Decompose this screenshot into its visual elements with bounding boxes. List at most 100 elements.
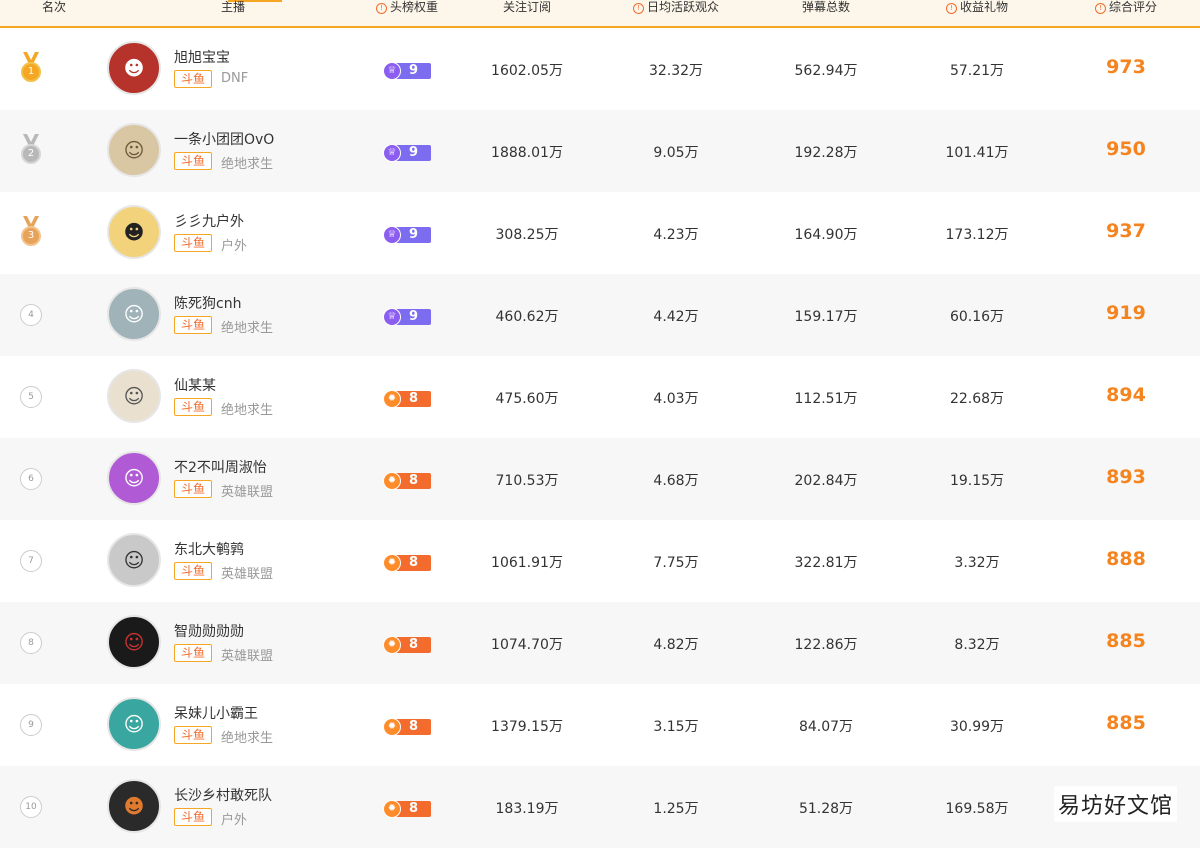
table-row[interactable]: 8 ☺ 智勋勋勋勋 斗鱼 英雄联盟 ✹ 8 1074.70万 4.82万 122.… xyxy=(0,602,1200,684)
info-icon[interactable]: ! xyxy=(632,3,644,14)
subs-value: 475.60万 xyxy=(495,391,559,407)
streamer-name[interactable]: 彡彡九户外 xyxy=(174,211,244,231)
streamer-name[interactable]: 长沙乡村敢死队 xyxy=(174,785,272,805)
col-score[interactable]: ! 综合评分 xyxy=(1094,0,1157,26)
danmaku-value: 84.07万 xyxy=(798,719,854,735)
watermark: 易坊好文馆 xyxy=(1054,786,1178,822)
gifts-value: 3.32万 xyxy=(954,555,1000,571)
avatar[interactable]: ☺ xyxy=(107,615,161,669)
col-rank[interactable]: 名次 xyxy=(42,0,66,26)
score-value: 950 xyxy=(1106,138,1146,160)
category-label: 绝地求生 xyxy=(221,157,274,172)
table-row[interactable]: 6 ☺ 不2不叫周淑怡 斗鱼 英雄联盟 ✹ 8 710.53万 4.68万 202… xyxy=(0,438,1200,520)
table-header: 名次 主播 ! 头榜权重 关注订阅 ! 日均活跃观众 弹幕总数 ! 收益礼物 ! 综合评… xyxy=(0,0,1200,28)
sun-icon: ✹ xyxy=(383,800,401,818)
viewers-value: 3.15万 xyxy=(653,719,699,735)
avatar-icon: ☺ xyxy=(123,384,145,408)
platform-tag: 斗鱼 xyxy=(174,316,213,334)
category-label: 英雄联盟 xyxy=(221,649,274,664)
weight-badge: ✹ 8 xyxy=(383,800,431,818)
info-icon[interactable]: ! xyxy=(375,3,387,14)
avatar[interactable]: ☺ xyxy=(107,287,161,341)
streamer-name[interactable]: 一条小团团OvO xyxy=(174,129,274,149)
silver-medal-icon: 2 xyxy=(21,134,41,168)
col-viewers[interactable]: ! 日均活跃观众 xyxy=(632,0,719,26)
streamer-name[interactable]: 不2不叫周淑怡 xyxy=(174,457,267,477)
table-row[interactable]: 7 ☺ 东北大鹌鹑 斗鱼 英雄联盟 ✹ 8 1061.91万 7.75万 322.… xyxy=(0,520,1200,602)
danmaku-value: 51.28万 xyxy=(798,801,854,817)
table-row[interactable]: 10 ☻ 长沙乡村敢死队 斗鱼 户外 ✹ 8 183.19万 1.25万 51.2… xyxy=(0,766,1200,848)
subs-value: 1074.70万 xyxy=(491,637,563,653)
danmaku-value: 112.51万 xyxy=(794,391,858,407)
danmaku-value: 164.90万 xyxy=(794,227,858,243)
avatar[interactable]: ☻ xyxy=(107,205,161,259)
avatar[interactable]: ☺ xyxy=(107,533,161,587)
weight-badge: ♕ 9 xyxy=(383,308,431,326)
danmaku-value: 159.17万 xyxy=(794,309,858,325)
danmaku-value: 202.84万 xyxy=(794,473,858,489)
table-row[interactable]: 5 ☺ 仙某某 斗鱼 绝地求生 ✹ 8 475.60万 4.03万 112.51万… xyxy=(0,356,1200,438)
crown-icon: ♕ xyxy=(383,144,401,162)
streamer-name[interactable]: 陈死狗cnh xyxy=(174,293,241,313)
streamer-name[interactable]: 智勋勋勋勋 xyxy=(174,621,244,641)
score-value: 885 xyxy=(1106,630,1146,652)
table-row[interactable]: 1 ☻ 旭旭宝宝 斗鱼 DNF ♕ 9 1602.05万 32.32万 562.9… xyxy=(0,28,1200,110)
col-subs[interactable]: 关注订阅 xyxy=(503,0,551,26)
subs-value: 1379.15万 xyxy=(491,719,563,735)
avatar[interactable]: ☺ xyxy=(107,369,161,423)
gifts-value: 30.99万 xyxy=(949,719,1005,735)
rank-badge: 9 xyxy=(20,714,42,736)
rank-badge: 7 xyxy=(20,550,42,572)
sun-icon: ✹ xyxy=(383,472,401,490)
avatar[interactable]: ☺ xyxy=(107,697,161,751)
info-icon[interactable]: ! xyxy=(945,3,957,14)
avatar[interactable]: ☻ xyxy=(107,779,161,833)
info-icon[interactable]: ! xyxy=(1094,3,1106,14)
table-row[interactable]: 2 ☺ 一条小团团OvO 斗鱼 绝地求生 ♕ 9 1888.01万 9.05万 1… xyxy=(0,110,1200,192)
viewers-value: 4.42万 xyxy=(653,309,699,325)
gold-medal-icon: 1 xyxy=(21,52,41,86)
col-gifts[interactable]: ! 收益礼物 xyxy=(945,0,1008,26)
table-row[interactable]: 3 ☻ 彡彡九户外 斗鱼 户外 ♕ 9 308.25万 4.23万 164.90万… xyxy=(0,192,1200,274)
score-value: 885 xyxy=(1106,712,1146,734)
platform-tag: 斗鱼 xyxy=(174,480,213,498)
rank-badge: 8 xyxy=(20,632,42,654)
table-row[interactable]: 4 ☺ 陈死狗cnh 斗鱼 绝地求生 ♕ 9 460.62万 4.42万 159.… xyxy=(0,274,1200,356)
avatar[interactable]: ☺ xyxy=(107,451,161,505)
category-label: DNF xyxy=(221,71,249,86)
gifts-value: 22.68万 xyxy=(949,391,1005,407)
crown-icon: ♕ xyxy=(383,226,401,244)
weight-badge: ✹ 8 xyxy=(383,390,431,408)
avatar[interactable]: ☺ xyxy=(107,123,161,177)
avatar-icon: ☻ xyxy=(123,56,145,80)
gifts-value: 60.16万 xyxy=(949,309,1005,325)
crown-icon: ♕ xyxy=(383,308,401,326)
avatar-icon: ☺ xyxy=(123,138,145,162)
danmaku-value: 322.81万 xyxy=(794,555,858,571)
score-value: 937 xyxy=(1106,220,1146,242)
subs-value: 1061.91万 xyxy=(491,555,563,571)
gifts-value: 57.21万 xyxy=(949,63,1005,79)
streamer-name[interactable]: 旭旭宝宝 xyxy=(174,47,230,67)
platform-tag: 斗鱼 xyxy=(174,808,213,826)
rank-badge: 4 xyxy=(20,304,42,326)
score-value: 888 xyxy=(1106,548,1146,570)
platform-tag: 斗鱼 xyxy=(174,234,213,252)
col-streamer[interactable]: 主播 xyxy=(221,0,245,26)
weight-badge: ✹ 8 xyxy=(383,554,431,572)
category-label: 绝地求生 xyxy=(221,321,274,336)
table-row[interactable]: 9 ☺ 呆妹儿小霸王 斗鱼 绝地求生 ✹ 8 1379.15万 3.15万 84.… xyxy=(0,684,1200,766)
gifts-value: 101.41万 xyxy=(945,145,1009,161)
platform-tag: 斗鱼 xyxy=(174,398,213,416)
rank-badge: 5 xyxy=(20,386,42,408)
col-weight[interactable]: ! 头榜权重 xyxy=(375,0,438,26)
avatar[interactable]: ☻ xyxy=(107,41,161,95)
avatar-icon: ☺ xyxy=(123,466,145,490)
streamer-name[interactable]: 呆妹儿小霸王 xyxy=(174,703,258,723)
sun-icon: ✹ xyxy=(383,718,401,736)
streamer-name[interactable]: 仙某某 xyxy=(174,375,216,395)
col-danmaku[interactable]: 弹幕总数 xyxy=(802,0,850,26)
category-label: 英雄联盟 xyxy=(221,567,274,582)
avatar-icon: ☻ xyxy=(123,220,145,244)
streamer-name[interactable]: 东北大鹌鹑 xyxy=(174,539,244,559)
